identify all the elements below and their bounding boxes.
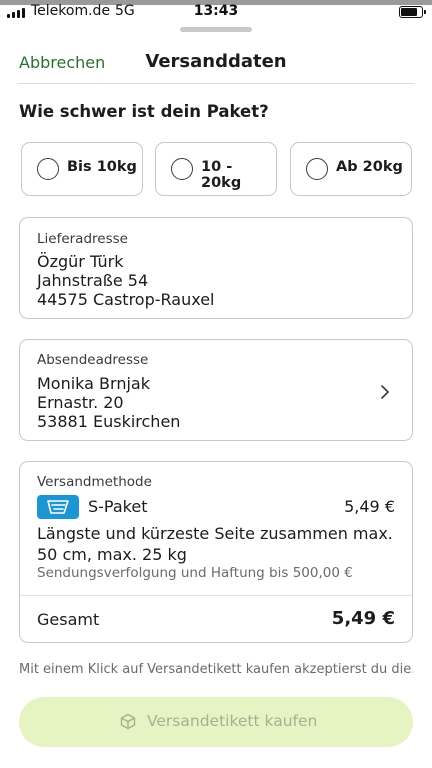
shipping-description: Längste und kürzeste Seite zusammen max.… — [37, 524, 393, 564]
status-bar: Telekom.de 5G 13:43 — [0, 0, 432, 22]
buy-label-button[interactable]: Versandetikett kaufen — [19, 697, 413, 747]
buy-label-button-text: Versandetikett kaufen — [147, 712, 318, 730]
delivery-city: 44575 Castrop-Rauxel — [37, 290, 215, 309]
weight-option-ab-20kg[interactable]: Ab 20kg — [290, 142, 412, 196]
consent-text[interactable]: Mit einem Klick auf Versandetikett kaufe… — [19, 662, 413, 677]
delivery-address-card: Lieferadresse Özgür Türk Jahnstraße 54 4… — [19, 217, 413, 319]
weight-option-10-20kg[interactable]: 10 - 20kg — [155, 142, 277, 196]
shipping-carrier: S-Paket — [88, 497, 148, 516]
delivery-name: Özgür Türk — [37, 252, 124, 271]
shipping-method-caption: Versandmethode — [37, 474, 152, 490]
radio-icon[interactable] — [306, 158, 328, 180]
package-icon — [120, 713, 136, 730]
weight-option-label: Ab 20kg — [336, 159, 403, 175]
sender-address-card[interactable]: Absendeadresse Monika Brnjak Ernastr. 20… — [19, 339, 413, 441]
shipping-tracking-info: Sendungsverfolgung und Haftung bis 500,0… — [37, 565, 353, 581]
radio-icon[interactable] — [171, 158, 193, 180]
weight-option-label: 10 - 20kg — [201, 159, 242, 191]
page-title: Versanddaten — [145, 51, 287, 72]
shipping-method-card: Versandmethode S-Paket 5,49 € Längste un… — [19, 461, 413, 643]
weight-option-label: Bis 10kg — [67, 159, 137, 175]
sheet-header: Abbrechen Versanddaten — [18, 44, 414, 84]
sender-name: Monika Brnjak — [37, 374, 150, 393]
battery-icon — [399, 6, 426, 18]
status-time: 13:43 — [193, 3, 239, 19]
radio-icon[interactable] — [37, 158, 59, 180]
shipping-price: 5,49 € — [344, 497, 395, 516]
delivery-address-caption: Lieferadresse — [37, 231, 128, 247]
sender-street: Ernastr. 20 — [37, 393, 124, 412]
chevron-right-icon[interactable] — [378, 382, 392, 402]
weight-option-bis-10kg[interactable]: Bis 10kg — [21, 142, 143, 196]
total-label: Gesamt — [37, 610, 100, 629]
sender-address-caption: Absendeadresse — [37, 352, 149, 368]
s-paket-icon — [37, 495, 79, 519]
sender-city: 53881 Euskirchen — [37, 412, 181, 431]
total-value: 5,49 € — [331, 608, 395, 629]
divider — [20, 595, 412, 596]
delivery-street: Jahnstraße 54 — [37, 271, 149, 290]
sheet-grabber[interactable] — [180, 27, 252, 32]
weight-question: Wie schwer ist dein Paket? — [19, 102, 269, 121]
